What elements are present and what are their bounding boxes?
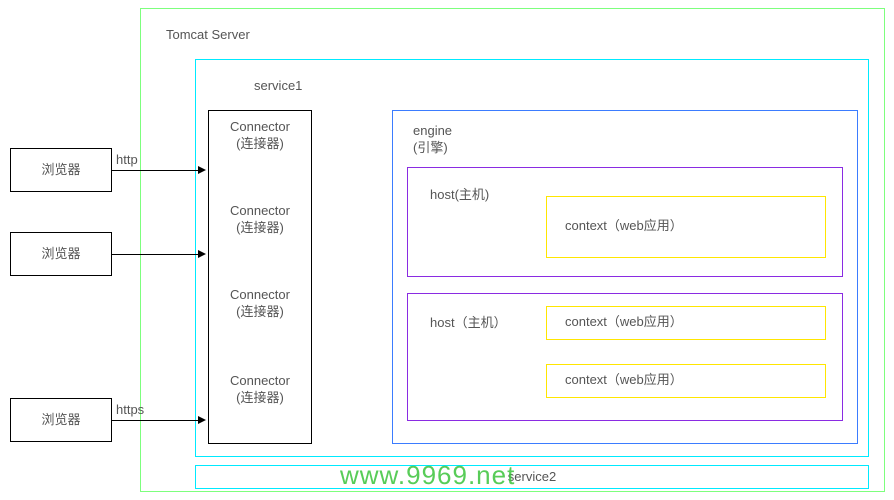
service2-title: service2	[508, 469, 556, 484]
browser-1-label: 浏览器	[41, 162, 80, 177]
context-3-box: context（web应用）	[546, 364, 826, 398]
host-2-title: host（主机）	[430, 312, 507, 331]
context-2-box: context（web应用）	[546, 306, 826, 340]
connector-1: Connector (连接器)	[209, 119, 311, 153]
browser-3: 浏览器	[10, 398, 112, 442]
server-title: Tomcat Server	[166, 27, 250, 42]
engine-title-group: engine (引擎)	[413, 123, 452, 157]
engine-title: engine	[413, 123, 452, 138]
context-1-title: context（web应用）	[565, 218, 683, 233]
connector-1-title: Connector	[230, 119, 290, 134]
browser-2-label: 浏览器	[41, 246, 80, 261]
host-2-box: host（主机） context（web应用） context（web应用）	[407, 293, 843, 421]
connector-2-subtitle: (连接器)	[209, 220, 311, 237]
engine-box: engine (引擎) host(主机) context（web应用） host…	[392, 110, 858, 444]
connector-3-title: Connector	[230, 287, 290, 302]
arrow-1-line	[112, 170, 198, 171]
context-2-title: context（web应用）	[565, 314, 683, 329]
arrow-3-line	[112, 420, 198, 421]
context-1-box: context（web应用）	[546, 196, 826, 258]
connector-1-subtitle: (连接器)	[209, 136, 311, 153]
connector-4-subtitle: (连接器)	[209, 390, 311, 407]
connector-4-title: Connector	[230, 373, 290, 388]
connector-4: Connector (连接器)	[209, 373, 311, 407]
arrow-2-line	[112, 254, 198, 255]
connectors-box: Connector (连接器) Connector (连接器) Connecto…	[208, 110, 312, 444]
edge-3-label: https	[116, 402, 144, 417]
arrow-1-head-icon	[198, 166, 206, 174]
browser-2: 浏览器	[10, 232, 112, 276]
browser-1: 浏览器	[10, 148, 112, 192]
arrow-2-head-icon	[198, 250, 206, 258]
edge-1-label: http	[116, 152, 138, 167]
server-box: Tomcat Server service1 Connector (连接器) C…	[140, 8, 885, 492]
host-1-title: host(主机)	[430, 184, 489, 203]
host-1-box: host(主机) context（web应用）	[407, 167, 843, 277]
context-3-title: context（web应用）	[565, 372, 683, 387]
connector-3: Connector (连接器)	[209, 287, 311, 321]
connector-2: Connector (连接器)	[209, 203, 311, 237]
service1-title: service1	[254, 78, 302, 93]
service2-box: service2	[195, 465, 869, 489]
arrow-3-head-icon	[198, 416, 206, 424]
connector-3-subtitle: (连接器)	[209, 304, 311, 321]
engine-subtitle: (引擎)	[413, 140, 452, 157]
service1-box: service1 Connector (连接器) Connector (连接器)…	[195, 59, 869, 457]
browser-3-label: 浏览器	[41, 412, 80, 427]
connector-2-title: Connector	[230, 203, 290, 218]
